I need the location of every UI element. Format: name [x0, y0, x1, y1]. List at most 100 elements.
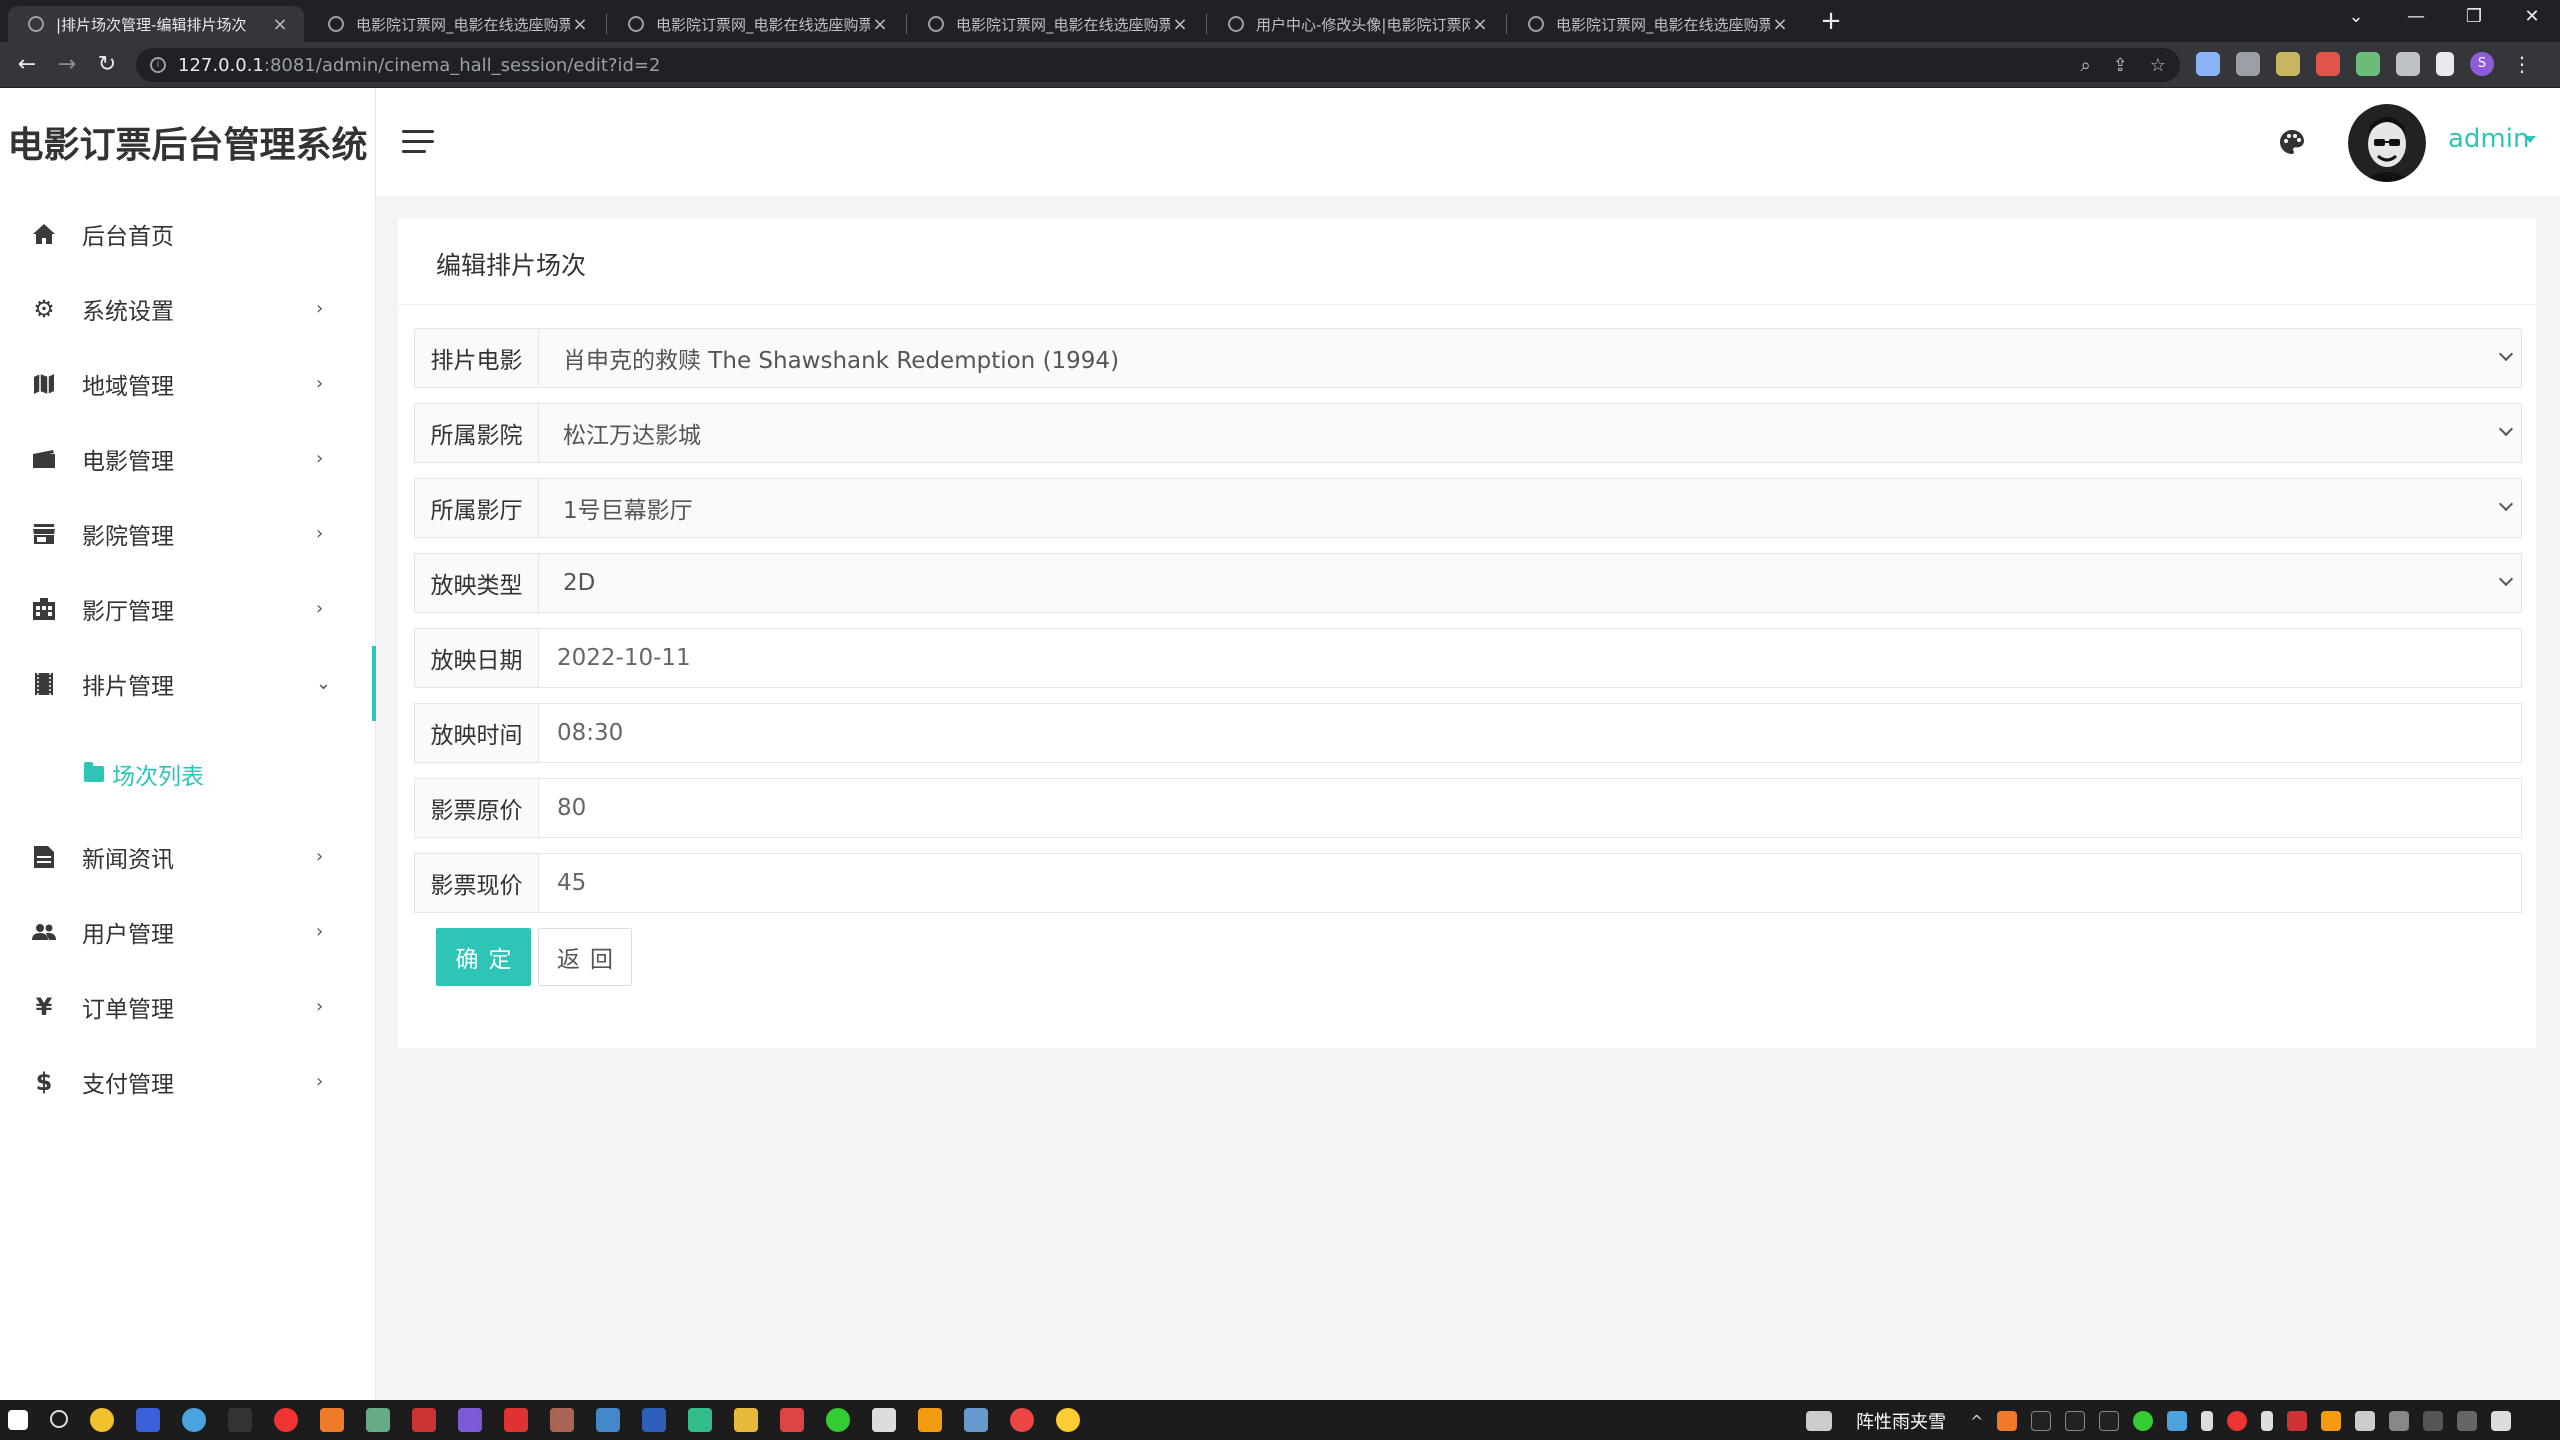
search-icon[interactable]	[50, 1410, 68, 1428]
tray-app-icon[interactable]	[2099, 1411, 2120, 1431]
weather-text[interactable]: 阵性雨夹雪	[1856, 1408, 1946, 1434]
folder-icon[interactable]	[734, 1408, 758, 1432]
avatar[interactable]	[2348, 104, 2426, 182]
sidebar-item-movies[interactable]: 电影管理 ›	[0, 421, 376, 496]
app-icon[interactable]	[780, 1408, 804, 1432]
sidebar-item-home[interactable]: 后台首页	[0, 196, 376, 271]
palette-icon[interactable]	[2278, 128, 2306, 156]
window-close-button[interactable]: ✕	[2512, 6, 2552, 27]
movie-select[interactable]: 肖申克的救赎 The Shawshank Redemption (1994)	[539, 329, 2521, 387]
current-price-field[interactable]: 45	[539, 854, 2521, 912]
new-tab-button[interactable]: +	[1818, 8, 1844, 34]
app-icon[interactable]	[412, 1408, 436, 1432]
confirm-button[interactable]: 确定	[436, 928, 531, 986]
sidepanel-icon[interactable]	[2436, 52, 2454, 76]
tray-app-icon[interactable]	[2201, 1411, 2214, 1431]
app-icon[interactable]	[964, 1408, 988, 1432]
share-icon[interactable]: ⇪	[2113, 55, 2128, 76]
tab-cinema-3[interactable]: 电影院订票网_电影在线选座购票 ×	[908, 6, 1204, 42]
app-icon[interactable]	[182, 1408, 206, 1432]
tray-app-icon[interactable]	[2031, 1411, 2052, 1431]
sidebar-item-news[interactable]: 新闻资讯 ›	[0, 819, 376, 894]
shield-icon[interactable]	[2316, 52, 2340, 76]
screening-type-select[interactable]: 2D	[539, 554, 2521, 612]
sidebar-item-region[interactable]: 地域管理 ›	[0, 346, 376, 421]
sidebar-item-users[interactable]: 用户管理 ›	[0, 894, 376, 969]
address-bar[interactable]: i 127.0.0.1:8081/admin/cinema_hall_sessi…	[136, 48, 2180, 82]
extension-icon[interactable]	[2196, 52, 2220, 76]
close-icon[interactable]: ×	[1470, 14, 1490, 35]
sidebar-item-orders[interactable]: ¥ 订单管理 ›	[0, 969, 376, 1044]
back-button[interactable]: 返回	[538, 928, 632, 986]
app-icon[interactable]	[1010, 1408, 1034, 1432]
tab-search-icon[interactable]: ⌄	[2336, 6, 2376, 27]
screening-time-field[interactable]: 08:30	[539, 704, 2521, 762]
keyboard-icon[interactable]	[1806, 1411, 1832, 1431]
minimize-button[interactable]: —	[2396, 6, 2436, 27]
tab-cinema-2[interactable]: 电影院订票网_电影在线选座购票 ×	[608, 6, 904, 42]
tab-cinema-1[interactable]: 电影院订票网_电影在线选座购票 ×	[308, 6, 604, 42]
sidebar-item-system-settings[interactable]: ⚙ 系统设置 ›	[0, 271, 376, 346]
close-icon[interactable]: ×	[270, 14, 290, 35]
zoom-icon[interactable]: ⌕	[2081, 55, 2091, 76]
tray-app-icon[interactable]	[2321, 1411, 2342, 1431]
sidebar-item-halls[interactable]: 影厅管理 ›	[0, 571, 376, 646]
tray-app-icon[interactable]	[2287, 1411, 2308, 1431]
microphone-icon[interactable]	[2261, 1411, 2274, 1431]
close-icon[interactable]: ×	[1770, 14, 1790, 35]
app-icon[interactable]	[136, 1408, 160, 1432]
tray-app-icon[interactable]	[2227, 1411, 2248, 1431]
reload-icon[interactable]: ↻	[92, 50, 122, 80]
app-icon[interactable]	[872, 1408, 896, 1432]
profile-avatar[interactable]: S	[2470, 52, 2494, 76]
ime-icon[interactable]	[2457, 1411, 2478, 1431]
app-icon[interactable]	[320, 1408, 344, 1432]
app-icon[interactable]	[228, 1408, 252, 1432]
site-info-icon[interactable]: i	[150, 57, 166, 73]
image-icon[interactable]	[2276, 52, 2300, 76]
app-icon[interactable]	[458, 1408, 482, 1432]
tray-app-icon[interactable]	[2167, 1411, 2188, 1431]
tab-session-edit[interactable]: |排片场次管理-编辑排片场次 ×	[8, 6, 304, 42]
tab-user-center[interactable]: 用户中心-修改头像|电影院订票网 ×	[1208, 6, 1504, 42]
cinema-select[interactable]: 松江万达影城	[539, 404, 2521, 462]
sidebar-subitem-session-list[interactable]: 场次列表	[0, 736, 376, 811]
chrome-icon[interactable]	[90, 1408, 114, 1432]
camera-icon[interactable]	[2236, 52, 2260, 76]
tray-chevron-icon[interactable]: ^	[1970, 1412, 1983, 1431]
notification-icon[interactable]	[2491, 1411, 2512, 1431]
word-icon[interactable]	[642, 1408, 666, 1432]
app-icon[interactable]	[274, 1408, 298, 1432]
wechat-icon[interactable]	[826, 1408, 850, 1432]
sidebar-item-schedule[interactable]: 排片管理 ⌄	[0, 646, 376, 721]
network-icon[interactable]	[2355, 1411, 2376, 1431]
close-icon[interactable]: ×	[1170, 14, 1190, 35]
sidebar-item-cinemas[interactable]: 影院管理 ›	[0, 496, 376, 571]
tray-app-icon[interactable]	[1997, 1411, 2018, 1431]
tray-app-icon[interactable]	[2065, 1411, 2086, 1431]
close-icon[interactable]: ×	[570, 14, 590, 35]
leaf-icon[interactable]	[2356, 52, 2380, 76]
app-icon[interactable]	[688, 1408, 712, 1432]
back-icon[interactable]: ←	[12, 50, 42, 80]
app-icon[interactable]	[550, 1408, 574, 1432]
app-title[interactable]: 电影订票后台管理系统	[0, 88, 376, 196]
app-icon[interactable]	[918, 1408, 942, 1432]
app-icon[interactable]	[504, 1408, 528, 1432]
tab-cinema-4[interactable]: 电影院订票网_电影在线选座购票 ×	[1508, 6, 1804, 42]
app-icon[interactable]	[366, 1408, 390, 1432]
windows-start-icon[interactable]	[8, 1410, 28, 1430]
bookmark-star-icon[interactable]: ☆	[2150, 55, 2166, 76]
user-name[interactable]: admin	[2448, 124, 2529, 154]
app-icon[interactable]	[1056, 1408, 1080, 1432]
clock-area[interactable]	[2423, 1411, 2444, 1431]
tray-wechat-icon[interactable]	[2133, 1411, 2154, 1431]
screening-date-field[interactable]: 2022-10-11	[539, 629, 2521, 687]
menu-toggle-icon[interactable]	[402, 130, 434, 154]
hall-select[interactable]: 1号巨幕影厅	[539, 479, 2521, 537]
app-icon[interactable]	[596, 1408, 620, 1432]
close-icon[interactable]: ×	[870, 14, 890, 35]
restore-button[interactable]: ❐	[2454, 6, 2494, 27]
forward-icon[interactable]: →	[52, 50, 82, 80]
puzzle-icon[interactable]	[2396, 52, 2420, 76]
